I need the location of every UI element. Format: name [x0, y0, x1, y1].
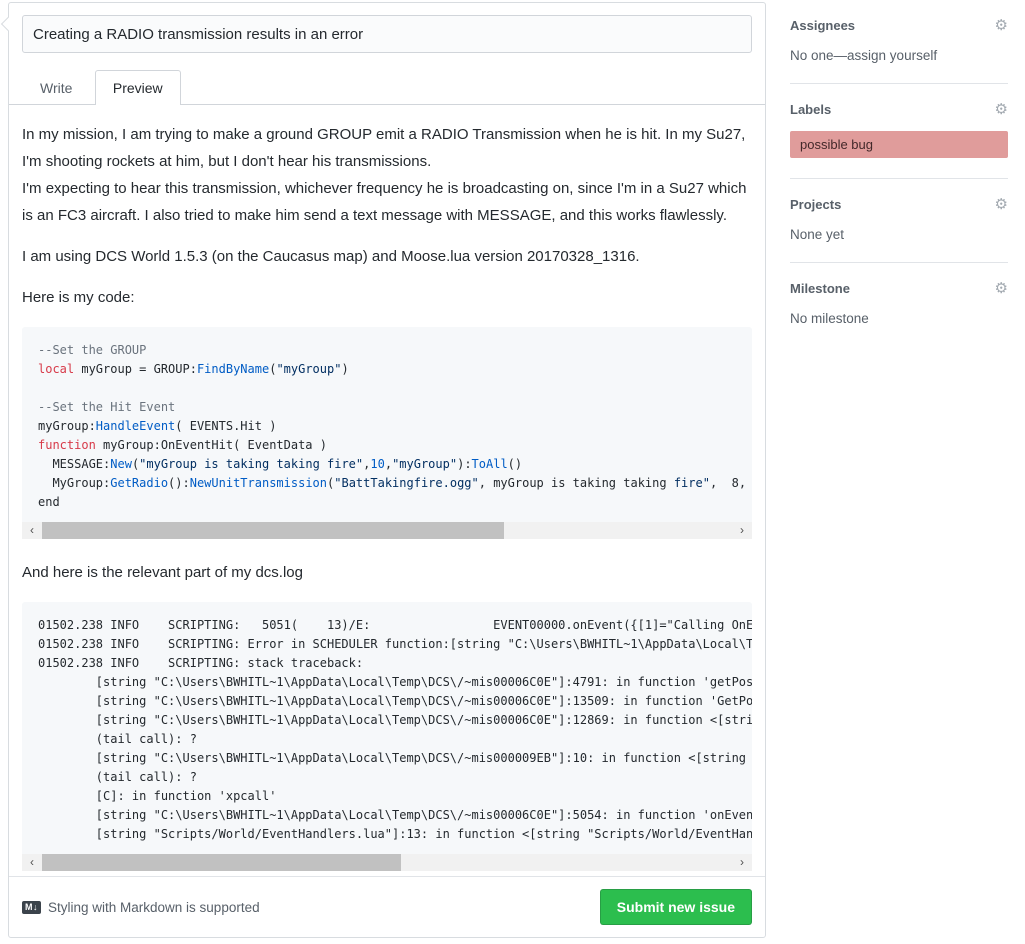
- sidebar-section-milestone: Milestone ⚙ No milestone: [790, 263, 1008, 346]
- dcs-log-block: 01502.238 INFO SCRIPTING: 5051( 13)/E: E…: [22, 602, 752, 871]
- body-paragraph-2: I am using DCS World 1.5.3 (on the Cauca…: [22, 243, 752, 270]
- scroll-left-icon[interactable]: ‹: [22, 854, 42, 871]
- milestone-body: No milestone: [790, 311, 1008, 326]
- body-paragraph-4: And here is the relevant part of my dcs.…: [22, 559, 752, 586]
- submit-new-issue-button[interactable]: Submit new issue: [600, 889, 752, 925]
- label-possible-bug[interactable]: possible bug: [790, 131, 1008, 158]
- labels-title: Labels: [790, 102, 831, 117]
- gear-icon[interactable]: ⚙: [995, 197, 1008, 212]
- issue-title-input[interactable]: [22, 15, 752, 53]
- scroll-right-icon[interactable]: ›: [732, 854, 752, 871]
- code-scroll-thumb[interactable]: [42, 522, 504, 539]
- issue-form: Write Preview In my mission, I am trying…: [8, 2, 766, 938]
- log-block-content: 01502.238 INFO SCRIPTING: 5051( 13)/E: E…: [22, 602, 752, 854]
- code-horizontal-scrollbar[interactable]: ‹ ›: [22, 522, 752, 539]
- markdown-icon: M↓: [22, 901, 41, 914]
- gear-icon[interactable]: ⚙: [995, 18, 1008, 33]
- paragraph-1-line-1: In my mission, I am trying to make a gro…: [22, 126, 745, 170]
- code-block-content: --Set the GROUPlocal myGroup = GROUP:Fin…: [22, 327, 752, 522]
- tab-write[interactable]: Write: [22, 70, 90, 105]
- sidebar-section-projects: Projects ⚙ None yet: [790, 179, 1008, 263]
- scroll-right-icon[interactable]: ›: [732, 522, 752, 539]
- gear-icon[interactable]: ⚙: [995, 281, 1008, 296]
- lua-code-block: --Set the GROUPlocal myGroup = GROUP:Fin…: [22, 327, 752, 539]
- body-paragraph-1: In my mission, I am trying to make a gro…: [22, 121, 752, 229]
- paragraph-1-line-2: I'm expecting to hear this transmission,…: [22, 180, 746, 224]
- new-issue-page: Write Preview In my mission, I am trying…: [0, 0, 1025, 944]
- issue-sidebar: Assignees ⚙ No one—assign yourself Label…: [790, 0, 1008, 346]
- tab-nav: Write Preview: [9, 69, 765, 105]
- title-wrap: [9, 3, 765, 53]
- projects-title: Projects: [790, 197, 841, 212]
- gear-icon[interactable]: ⚙: [995, 102, 1008, 117]
- log-horizontal-scrollbar[interactable]: ‹ ›: [22, 854, 752, 871]
- sidebar-section-assignees: Assignees ⚙ No one—assign yourself: [790, 0, 1008, 84]
- body-paragraph-3: Here is my code:: [22, 284, 752, 311]
- markdown-note-text: Styling with Markdown is supported: [48, 900, 260, 915]
- log-scroll-thumb[interactable]: [42, 854, 401, 871]
- markdown-support-link[interactable]: M↓ Styling with Markdown is supported: [22, 900, 260, 915]
- form-footer: M↓ Styling with Markdown is supported Su…: [9, 876, 765, 937]
- code-scroll-track[interactable]: [42, 522, 732, 539]
- sidebar-section-labels: Labels ⚙ possible bug: [790, 84, 1008, 179]
- log-scroll-track[interactable]: [42, 854, 732, 871]
- assignees-title: Assignees: [790, 18, 855, 33]
- assignees-body[interactable]: No one—assign yourself: [790, 48, 1008, 63]
- scroll-left-icon[interactable]: ‹: [22, 522, 42, 539]
- projects-body: None yet: [790, 227, 1008, 242]
- preview-pane: In my mission, I am trying to make a gro…: [9, 105, 765, 876]
- milestone-title: Milestone: [790, 281, 850, 296]
- tab-preview[interactable]: Preview: [95, 70, 181, 105]
